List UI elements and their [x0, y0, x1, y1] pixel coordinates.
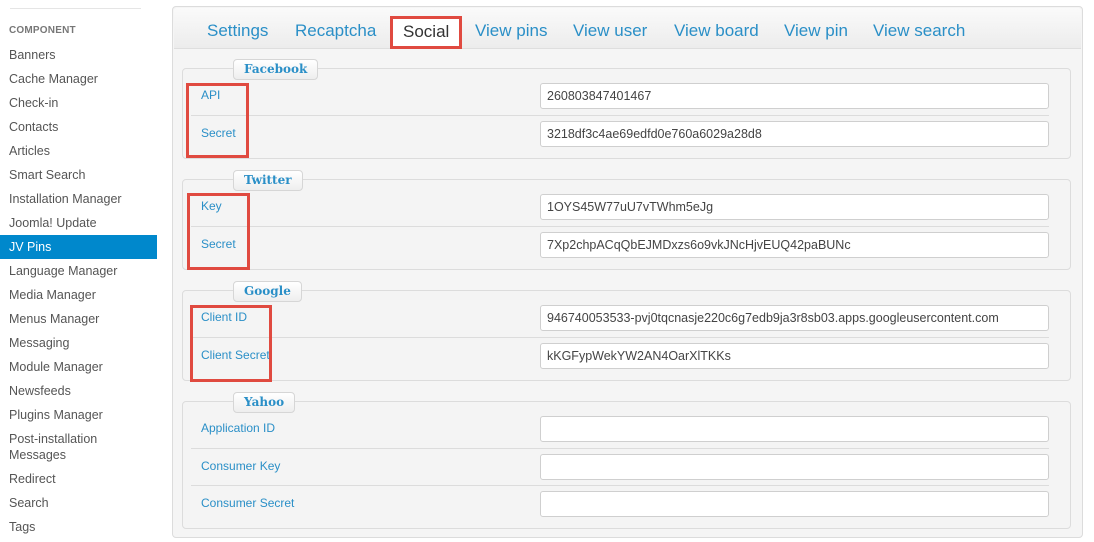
- sidebar-item-module-manager[interactable]: Module Manager: [0, 355, 157, 379]
- google-legend: Google: [233, 281, 302, 302]
- sidebar-item-redirect[interactable]: Redirect: [0, 467, 157, 491]
- facebook-api-row: API: [191, 78, 1049, 115]
- sidebar-item-articles[interactable]: Articles: [0, 139, 157, 163]
- twitter-secret-input[interactable]: [540, 232, 1049, 258]
- google-client-id-input[interactable]: [540, 305, 1049, 331]
- sidebar-item-jv-pins[interactable]: JV Pins: [0, 235, 157, 259]
- main-panel: Settings Recaptcha Social View pins View…: [172, 6, 1083, 538]
- sidebar-item-media-manager[interactable]: Media Manager: [0, 283, 157, 307]
- google-client-secret-label: Client Secret: [201, 348, 270, 362]
- yahoo-consumer-key-row: Consumer Key: [191, 448, 1049, 485]
- yahoo-consumer-secret-label: Consumer Secret: [201, 496, 295, 510]
- tab-view-pin[interactable]: View pin: [772, 16, 860, 49]
- sidebar: COMPONENT Banners Cache Manager Check-in…: [0, 0, 157, 542]
- yahoo-consumer-key-label: Consumer Key: [201, 459, 281, 473]
- google-client-id-row: Client ID: [191, 300, 1049, 337]
- twitter-key-input[interactable]: [540, 194, 1049, 220]
- sidebar-heading: COMPONENT: [9, 25, 76, 36]
- facebook-secret-input[interactable]: [540, 121, 1049, 147]
- sidebar-item-smart-search[interactable]: Smart Search: [0, 163, 157, 187]
- google-client-id-label: Client ID: [201, 310, 248, 324]
- tab-bar: Settings Recaptcha Social View pins View…: [174, 8, 1081, 49]
- twitter-legend: Twitter: [233, 170, 303, 191]
- twitter-key-label: Key: [201, 199, 222, 213]
- tab-view-search[interactable]: View search: [861, 16, 977, 49]
- yahoo-application-id-row: Application ID: [191, 411, 1049, 448]
- tab-view-board[interactable]: View board: [662, 16, 771, 49]
- facebook-api-input[interactable]: [540, 83, 1049, 109]
- sidebar-item-joomla-update[interactable]: Joomla! Update: [0, 211, 157, 235]
- facebook-legend: Facebook: [233, 59, 319, 80]
- sidebar-item-search[interactable]: Search: [0, 491, 157, 515]
- google-client-secret-row: Client Secret: [191, 337, 1049, 374]
- sidebar-item-newsfeeds[interactable]: Newsfeeds: [0, 379, 157, 403]
- tab-social[interactable]: Social: [390, 16, 463, 49]
- facebook-secret-row: Secret: [191, 115, 1049, 152]
- yahoo-consumer-key-input[interactable]: [540, 454, 1049, 480]
- google-client-secret-input[interactable]: [540, 343, 1049, 369]
- sidebar-item-post-installation-messages[interactable]: Post-installation Messages: [0, 427, 120, 467]
- sidebar-item-menus-manager[interactable]: Menus Manager: [0, 307, 157, 331]
- yahoo-application-id-label: Application ID: [201, 421, 276, 435]
- sidebar-item-plugins-manager[interactable]: Plugins Manager: [0, 403, 157, 427]
- sidebar-item-banners[interactable]: Banners: [0, 43, 157, 67]
- facebook-api-label: API: [201, 88, 221, 102]
- tab-recaptcha[interactable]: Recaptcha: [283, 16, 388, 49]
- yahoo-consumer-secret-input[interactable]: [540, 491, 1049, 517]
- sidebar-item-contacts[interactable]: Contacts: [0, 115, 157, 139]
- yahoo-application-id-input[interactable]: [540, 416, 1049, 442]
- yahoo-legend: Yahoo: [233, 392, 296, 413]
- sidebar-divider: [10, 8, 141, 9]
- tab-settings[interactable]: Settings: [195, 16, 280, 49]
- sidebar-item-tags[interactable]: Tags: [0, 515, 157, 539]
- facebook-secret-label: Secret: [201, 126, 236, 140]
- sidebar-item-cache-manager[interactable]: Cache Manager: [0, 67, 157, 91]
- sidebar-item-language-manager[interactable]: Language Manager: [0, 259, 157, 283]
- sidebar-item-check-in[interactable]: Check-in: [0, 91, 157, 115]
- yahoo-consumer-secret-row: Consumer Secret: [191, 485, 1049, 522]
- tab-view-user[interactable]: View user: [561, 16, 659, 49]
- sidebar-item-installation-manager[interactable]: Installation Manager: [0, 187, 157, 211]
- twitter-fieldset: Twitter Key Secret: [182, 170, 1071, 270]
- facebook-fieldset: Facebook API Secret: [182, 59, 1071, 159]
- sidebar-menu: Banners Cache Manager Check-in Contacts …: [0, 43, 157, 539]
- yahoo-fieldset: Yahoo Application ID Consumer Key Consum…: [182, 392, 1071, 529]
- tab-view-pins[interactable]: View pins: [463, 16, 559, 49]
- sidebar-item-messaging[interactable]: Messaging: [0, 331, 157, 355]
- google-fieldset: Google Client ID Client Secret: [182, 281, 1071, 381]
- twitter-secret-label: Secret: [201, 237, 236, 251]
- twitter-key-row: Key: [191, 189, 1049, 226]
- twitter-secret-row: Secret: [191, 226, 1049, 263]
